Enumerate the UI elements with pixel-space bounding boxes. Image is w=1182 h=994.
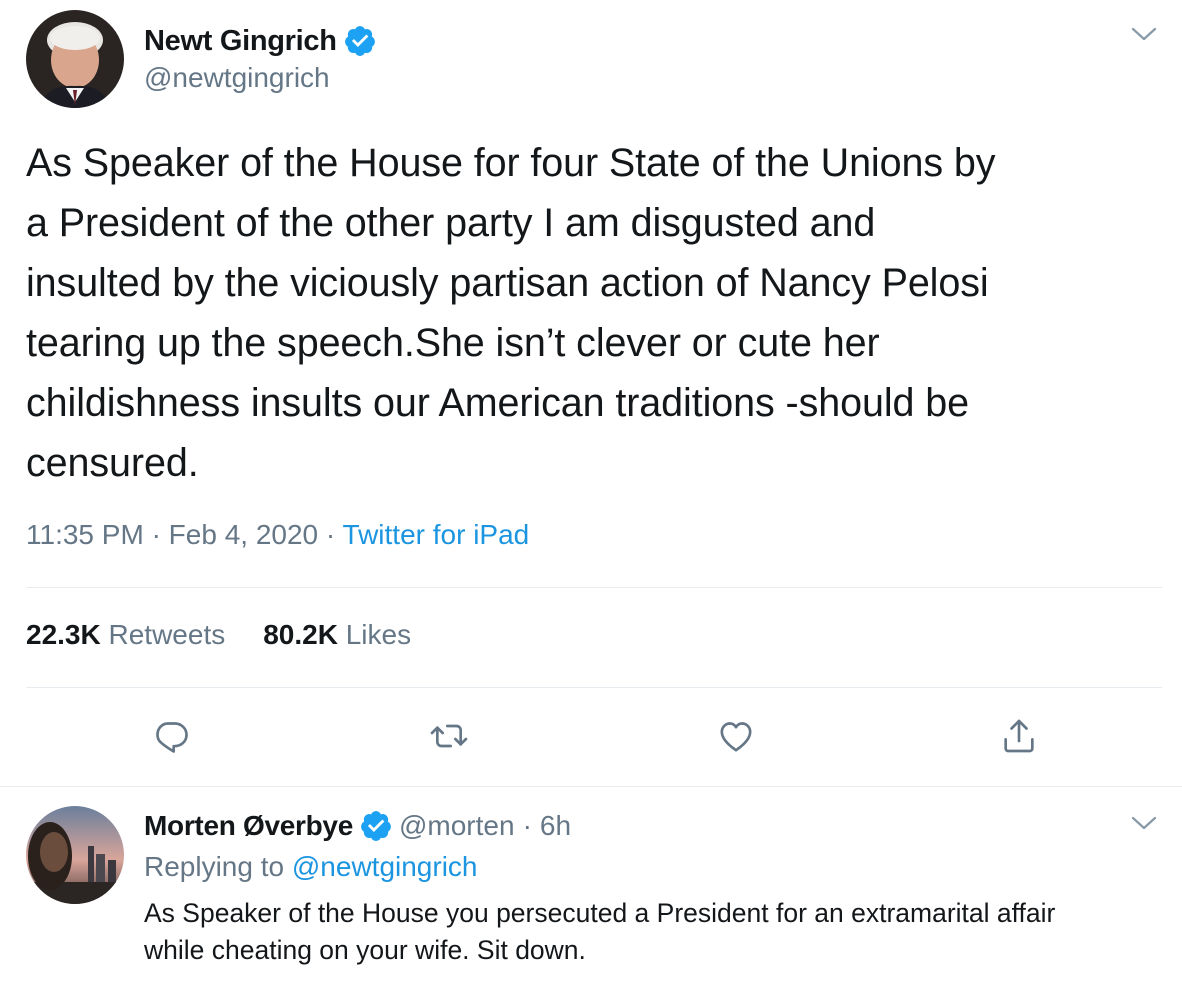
tweet-source-link[interactable]: Twitter for iPad xyxy=(343,519,530,550)
main-tweet: Newt Gingrich @newtgingrich As Speaker o… xyxy=(0,0,1182,787)
reply-author-avatar[interactable] xyxy=(26,806,124,904)
retweet-button[interactable] xyxy=(425,712,473,760)
reply-header: Morten Øverbye @morten · 6h xyxy=(144,807,571,845)
tweet-stats: 22.3K Retweets 80.2K Likes xyxy=(26,619,449,651)
like-button[interactable] xyxy=(712,712,760,760)
tweet-date[interactable]: Feb 4, 2020 xyxy=(169,519,318,550)
retweet-icon xyxy=(430,724,468,748)
divider xyxy=(26,587,1162,588)
meta-separator: · xyxy=(325,519,336,550)
share-icon xyxy=(1004,719,1034,753)
tweet-text: As Speaker of the House for four State o… xyxy=(26,133,1166,493)
reply-icon xyxy=(156,722,188,753)
verified-badge-icon xyxy=(343,24,377,58)
author-name-row[interactable]: Newt Gingrich xyxy=(144,22,377,60)
reply-text: As Speaker of the House you persecuted a… xyxy=(144,895,1164,969)
meta-separator: · xyxy=(151,519,161,550)
tweet-text-line: childishness insults our American tradit… xyxy=(26,381,969,425)
reply-author-name[interactable]: Morten Øverbye xyxy=(144,810,353,842)
replying-to-label: Replying to xyxy=(144,851,285,882)
tweet-time[interactable]: 11:35 PM xyxy=(26,519,144,550)
tweet-meta: 11:35 PM · Feb 4, 2020 · Twitter for iPa… xyxy=(26,519,529,551)
reply-text-line: As Speaker of the House you persecuted a… xyxy=(144,898,1056,928)
chevron-down-icon[interactable] xyxy=(1130,22,1158,46)
tweet-text-line: a President of the other party I am disg… xyxy=(26,201,876,245)
tweet-text-line: censured. xyxy=(26,441,199,485)
reply-author-handle[interactable]: @morten xyxy=(399,810,515,842)
tweet-text-line: insulted by the viciously partisan actio… xyxy=(26,261,989,305)
retweets-count: 22.3K xyxy=(26,619,101,650)
retweets-stat[interactable]: 22.3K Retweets xyxy=(26,619,225,651)
likes-stat[interactable]: 80.2K Likes xyxy=(263,619,411,651)
tweet-text-line: As Speaker of the House for four State o… xyxy=(26,141,996,185)
chevron-down-icon[interactable] xyxy=(1130,811,1158,835)
author-name[interactable]: Newt Gingrich xyxy=(144,25,337,58)
verified-badge-icon xyxy=(359,809,393,843)
likes-count: 80.2K xyxy=(263,619,338,650)
author-avatar[interactable] xyxy=(26,10,124,108)
replying-to: Replying to @newtgingrich xyxy=(144,851,478,883)
divider xyxy=(26,687,1162,688)
share-button[interactable] xyxy=(995,712,1043,760)
reply-button[interactable] xyxy=(148,712,196,760)
like-icon xyxy=(720,722,752,752)
reply-text-line: while cheating on your wife. Sit down. xyxy=(144,935,586,965)
tweet-text-line: tearing up the speech.She isn’t clever o… xyxy=(26,321,880,365)
meta-separator: · xyxy=(522,810,532,841)
reply-tweet[interactable]: Morten Øverbye @morten · 6h Replying to … xyxy=(0,787,1182,994)
likes-label: Likes xyxy=(345,619,412,650)
replying-to-mention[interactable]: @newtgingrich xyxy=(292,851,478,882)
retweets-label: Retweets xyxy=(108,619,226,650)
reply-time[interactable]: 6h xyxy=(540,810,571,842)
author-handle[interactable]: @newtgingrich xyxy=(144,62,330,94)
